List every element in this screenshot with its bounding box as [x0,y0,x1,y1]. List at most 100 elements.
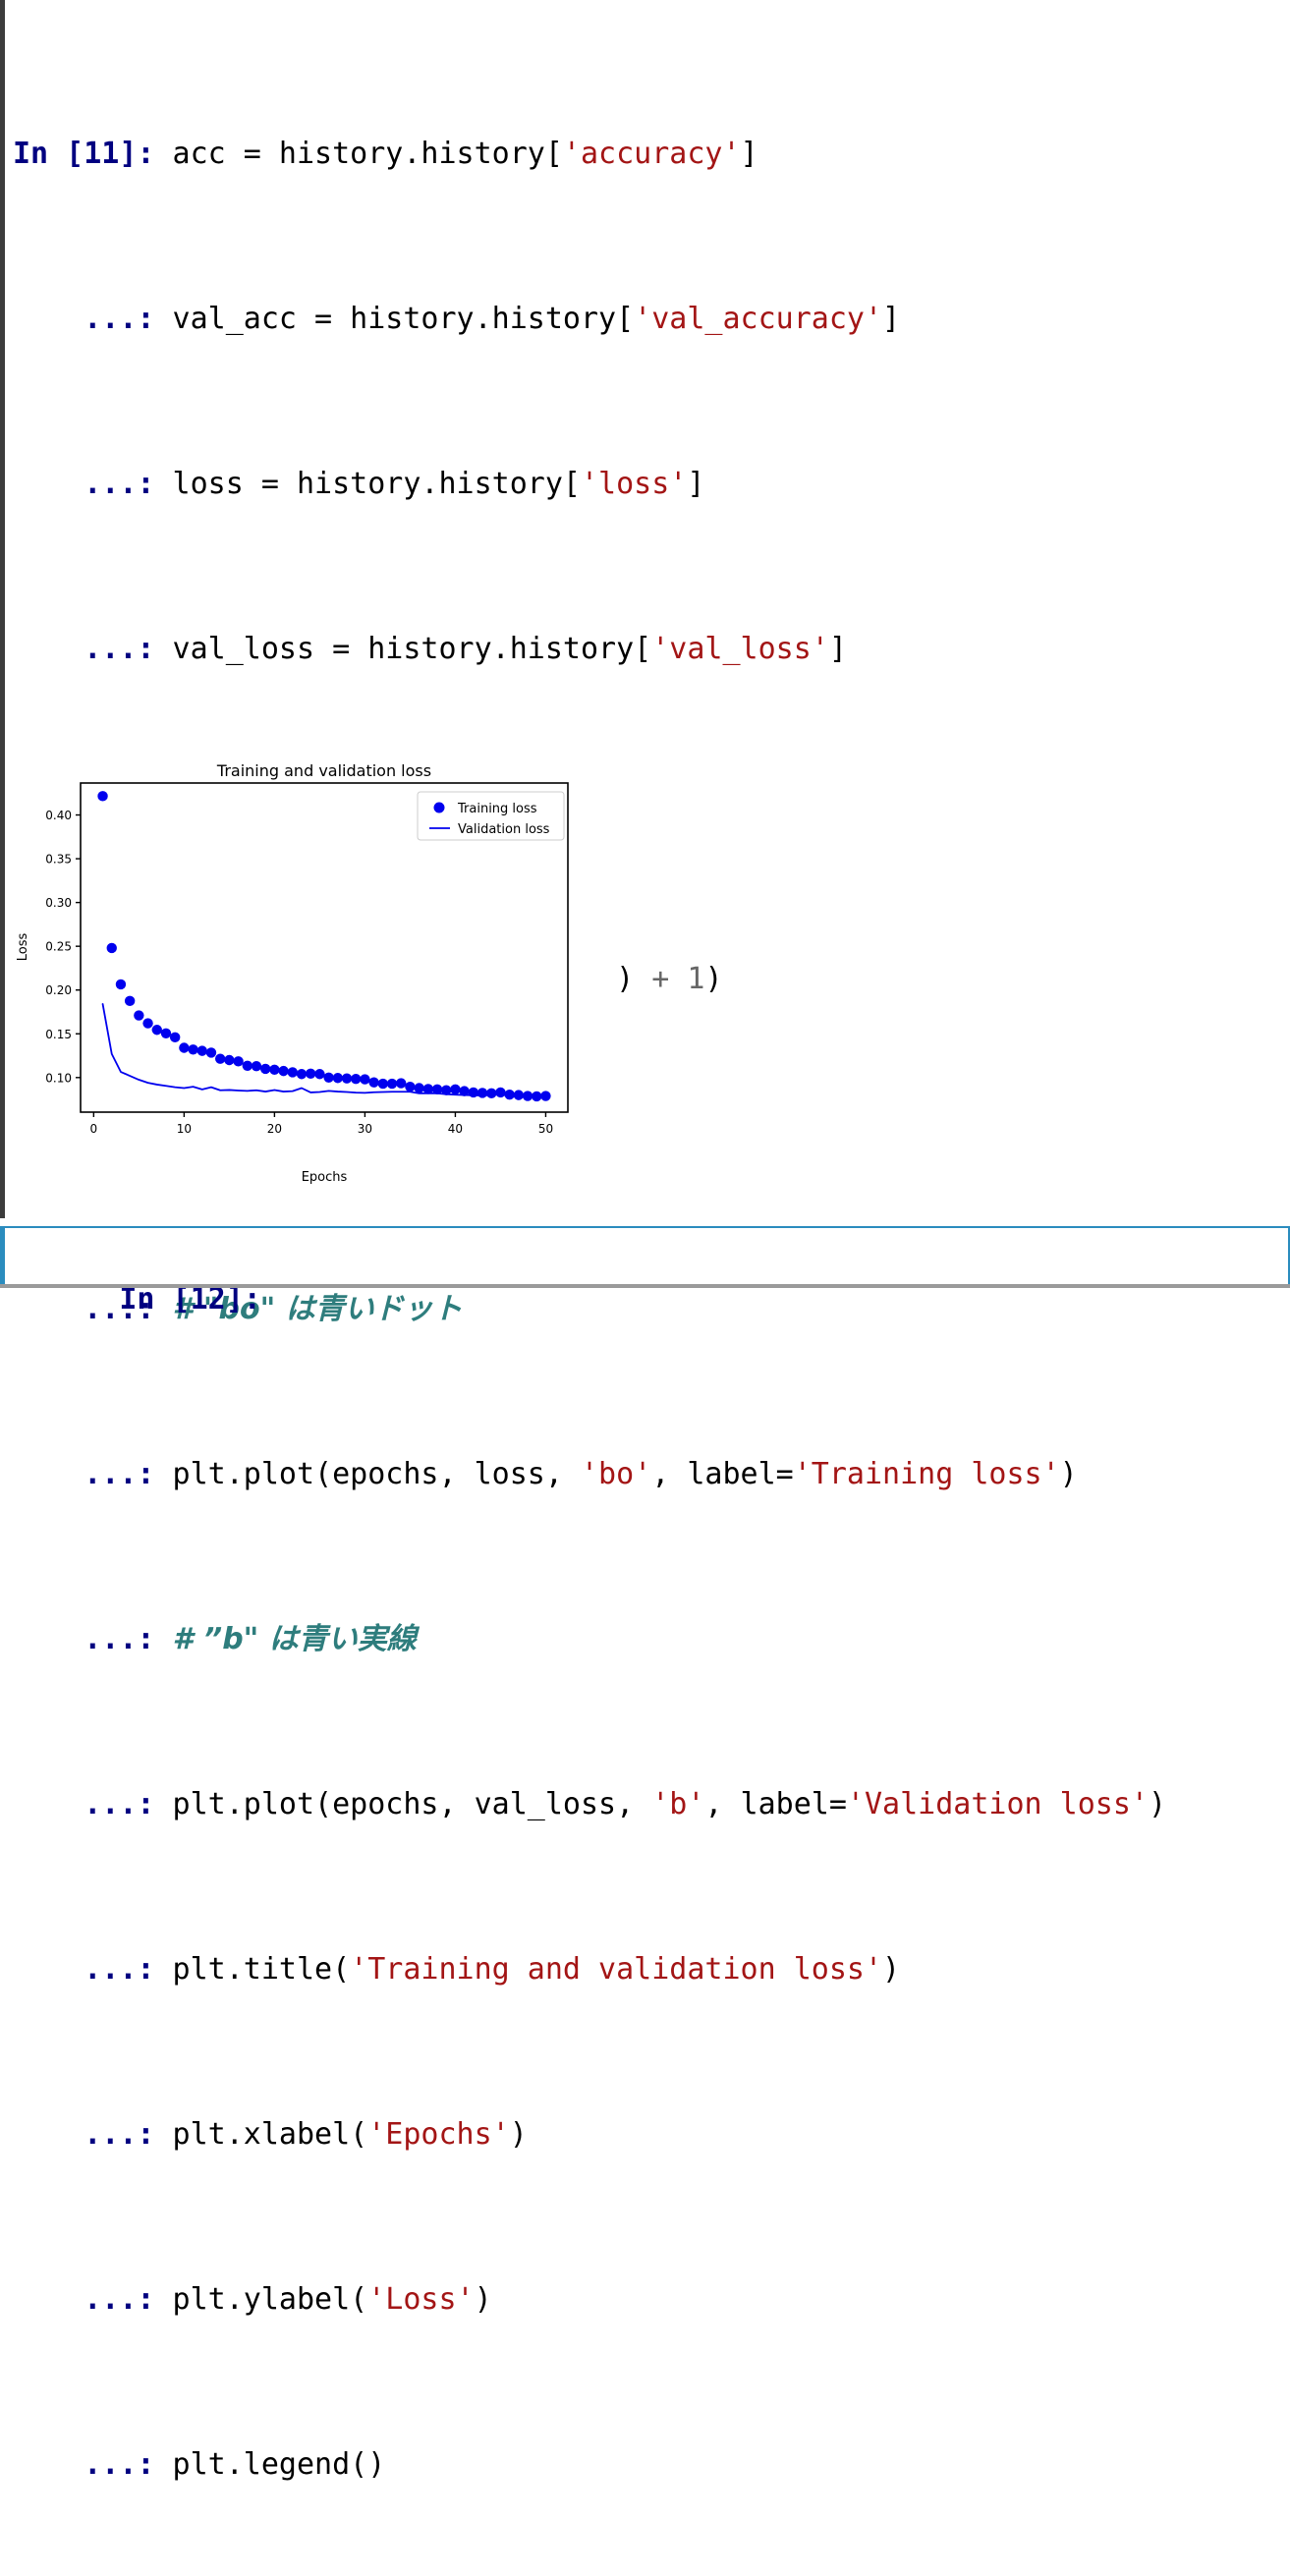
training-loss-point [450,1084,461,1095]
y-tick-label: 0.15 [45,1028,72,1041]
training-loss-point [540,1091,551,1101]
training-loss-point [495,1087,506,1098]
training-loss-point [522,1091,533,1101]
x-tick-label: 50 [538,1122,553,1136]
training-loss-point [142,1018,153,1029]
training-loss-point [368,1077,379,1088]
training-loss-point [259,1063,271,1075]
continuation-prompt: ...: [13,2447,155,2482]
loss-chart: Training and validation loss 0.10 0.15 0.2… [5,749,614,1205]
training-loss-point [106,942,117,954]
code-line: ...: loss = history.history['loss'] [13,467,705,501]
training-loss-point [160,1028,172,1039]
training-loss-point [468,1087,479,1098]
continuation-prompt: ...: [13,302,155,336]
training-loss-point [287,1067,298,1078]
code-line: ...: plt.plot(epochs, val_loss, 'b', lab… [13,1787,1167,1821]
y-tick-label: 0.20 [45,983,72,997]
training-loss-point [233,1056,244,1067]
training-loss-point [422,1084,434,1094]
training-loss-point [97,791,108,802]
continuation-prompt: ...: [13,1622,155,1656]
training-loss-point [477,1088,488,1098]
training-loss-point [386,1078,398,1090]
training-loss-point [296,1069,308,1080]
training-loss-point [196,1045,207,1056]
input-prompt-11: In [11]: [13,137,155,171]
training-loss-point [224,1054,235,1066]
code-line: ...: plt.title('Training and validation … [13,1952,901,1987]
code-line: ...: plt.ylabel('Loss') [13,2282,492,2317]
x-tick-label: 30 [358,1122,372,1136]
training-loss-point [377,1078,389,1090]
code-line: ...: plt.legend() [13,2447,386,2482]
continuation-prompt: ...: [13,632,155,666]
training-loss-point [214,1053,226,1064]
code-line: In [11]: acc = history.history['accuracy… [13,137,758,171]
code-source-area-12[interactable]: In [12]: [13,1238,261,1362]
training-loss-point [396,1078,407,1089]
horizontal-scrollbar[interactable] [0,1284,1290,1288]
y-tick-label: 0.10 [45,1071,72,1085]
training-loss-point [124,995,136,1007]
training-loss-point [179,1042,190,1053]
x-axis-label: Epochs [302,1170,348,1185]
training-loss-point [242,1060,252,1071]
continuation-prompt: ...: [13,2117,155,2152]
code-comment-b: # ”b" は青い実線 [172,1622,417,1656]
training-loss-point [134,1010,144,1021]
training-loss-point [151,1025,162,1036]
training-loss-point [431,1084,443,1095]
training-loss-point [414,1083,424,1093]
x-tick-label: 40 [448,1122,463,1136]
training-loss-point [504,1089,515,1100]
y-tick-label: 0.25 [45,940,72,954]
continuation-prompt: ...: [13,1457,155,1491]
training-loss-point [314,1069,325,1080]
continuation-prompt: ...: [13,467,155,501]
x-tick-label: 0 [90,1122,98,1136]
training-loss-point [115,979,127,990]
training-loss-point [486,1088,497,1099]
training-loss-point [360,1074,370,1085]
training-loss-point [332,1073,343,1084]
continuation-prompt: ...: [13,2282,155,2317]
training-loss-point [323,1072,334,1084]
legend-label-validation: Validation loss [458,822,550,837]
training-loss-point [459,1086,470,1096]
x-tick-label: 10 [177,1122,192,1136]
notebook-container: In [11]: acc = history.history['accuracy… [0,0,1290,2482]
code-line: ...: plt.xlabel('Epochs') [13,2117,528,2152]
y-axis-label: Loss [16,933,30,962]
x-tick-label: 20 [267,1122,282,1136]
training-loss-point [169,1032,181,1043]
y-tick-label: 0.40 [45,809,72,822]
training-loss-point [513,1090,525,1100]
notebook-cell-input-12[interactable]: In [12]: [0,1226,1290,1316]
continuation-prompt: ...: [13,1952,155,1987]
training-loss-point [341,1073,353,1084]
code-line: ...: plt.plot(epochs, loss, 'bo', label=… [13,1457,1078,1491]
training-loss-point [251,1061,262,1072]
code-line: ...: # ”b" は青い実線 [13,1619,1166,1660]
training-loss-point [278,1065,289,1077]
training-loss-point [188,1044,198,1055]
training-loss-point [306,1068,316,1079]
training-loss-point [405,1081,416,1092]
chart-legend: Training loss Validation loss [417,791,565,841]
notebook-cell-input-11[interactable]: In [11]: acc = history.history['accuracy… [0,0,1290,2482]
continuation-prompt: ...: [13,1787,155,1821]
legend-marker-training-icon [433,802,445,813]
y-tick-label: 0.30 [45,896,72,910]
code-line: ...: val_loss = history.history['val_los… [13,632,847,666]
training-loss-point [269,1064,280,1075]
y-tick-label: 0.35 [45,853,72,867]
legend-label-training: Training loss [457,802,537,816]
training-loss-point [351,1073,362,1085]
chart-title: Training and validation loss [216,761,431,780]
training-loss-point [441,1085,452,1095]
code-line: ...: val_acc = history.history['val_accu… [13,302,901,336]
training-loss-point [532,1091,542,1102]
training-loss-point [205,1047,217,1058]
matplotlib-figure-output: Training and validation loss 0.10 0.15 0.2… [5,749,614,1205]
